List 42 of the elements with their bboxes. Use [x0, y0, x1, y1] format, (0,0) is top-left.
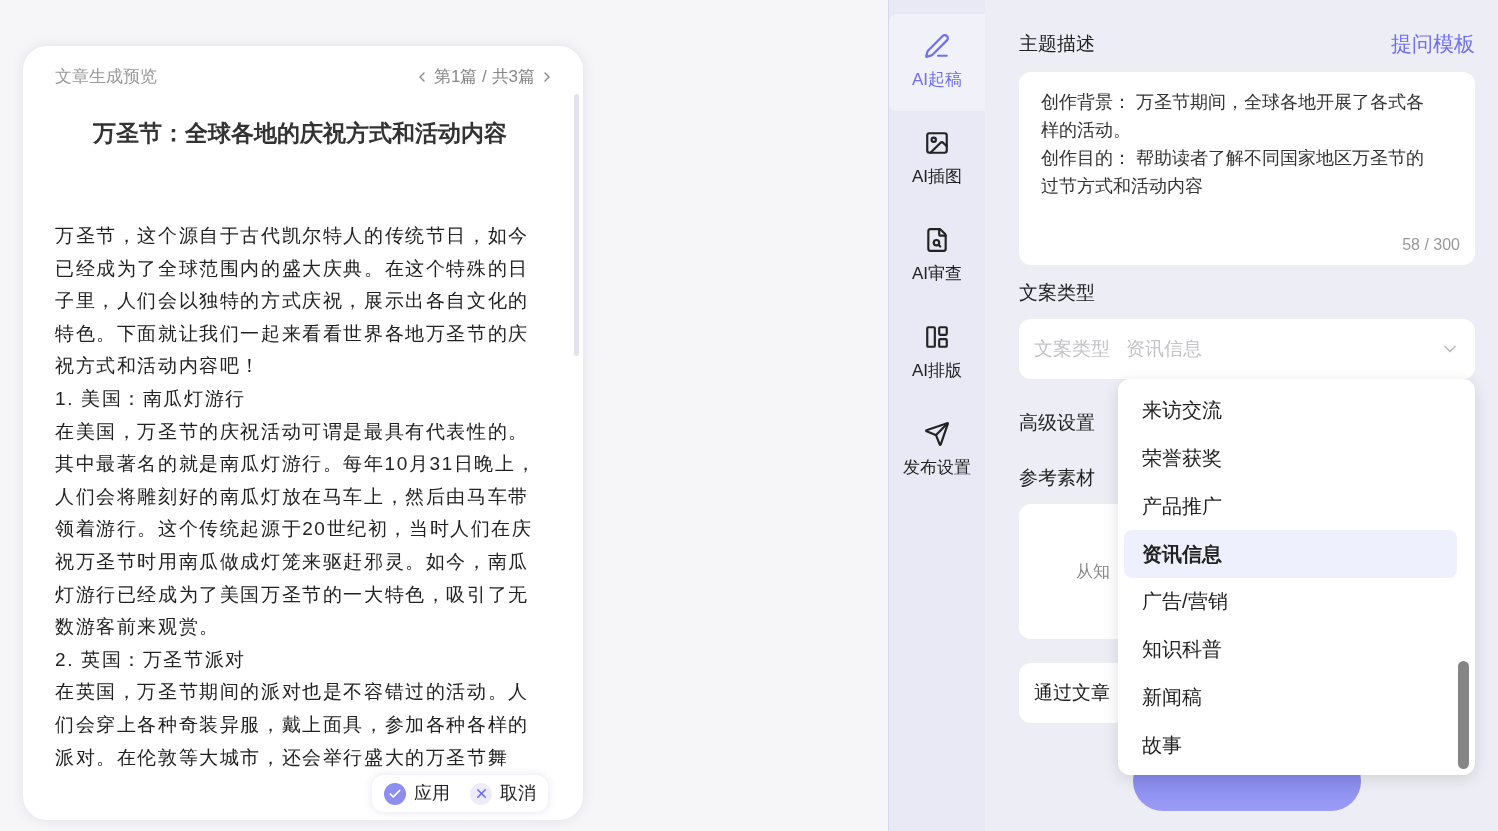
dropdown-option[interactable]: 来访交流 — [1124, 386, 1457, 434]
sidebar-item[interactable]: AI插图 — [889, 111, 985, 208]
dropdown-option[interactable]: 广告/营销 — [1124, 577, 1457, 626]
article-paragraph: 1. 美国：南瓜灯游行 — [55, 386, 247, 411]
close-icon — [470, 782, 492, 805]
apply-button[interactable]: 应用 — [384, 780, 450, 807]
dropdown-option[interactable]: 荣誉获奖 — [1124, 433, 1457, 482]
article-option-label: 通过文章 — [1034, 680, 1110, 705]
topic-text: 创作目的： 帮助读者了解不同国家地区万圣节的过节方式和活动内容 — [1041, 146, 1425, 198]
type-label: 文案类型 — [1019, 280, 1096, 305]
sidebar-item[interactable]: AI排版 — [889, 305, 985, 402]
reference-label: 参考素材 — [1019, 465, 1096, 490]
reference-hint: 从知 — [1076, 560, 1110, 583]
document-search-icon — [924, 226, 950, 253]
article-title: 万圣节：全球各地的庆祝方式和活动内容 — [92, 118, 508, 148]
sidebar-item[interactable]: AI起稿 — [889, 14, 985, 111]
dropdown-option[interactable]: 新闻稿 — [1124, 673, 1457, 722]
scrollbar[interactable] — [1458, 661, 1469, 769]
dropdown-option[interactable]: 资讯信息 — [1124, 529, 1457, 578]
dropdown-option[interactable]: 故事 — [1124, 721, 1457, 769]
layout-icon — [924, 323, 950, 350]
paper-plane-icon — [924, 420, 950, 447]
image-icon — [924, 129, 950, 156]
page-indicator: 第1篇 / 共3篇 — [433, 66, 535, 88]
preview-title: 文章生成预览 — [55, 66, 157, 88]
cancel-button[interactable]: 取消 — [470, 780, 536, 807]
article-paragraph: 在英国，万圣节期间的派对也是不容错过的活动。人们会穿上各种奇装异服，戴上面具，参加各种各样的派对。在伦敦等大城市，还会举行盛大的万圣节舞 — [55, 680, 530, 770]
topic-label: 主题描述 — [1019, 31, 1095, 56]
article-paragraph: 在美国，万圣节的庆祝活动可谓是最具有代表性的。其中最著名的就是南瓜灯游行。每年10月31日晚上，人们会将雕刻好的南瓜灯放在马车上，然后由马车带领着游行。这个传统起源于20世纪初，当时人们在庆祝万圣节时用南瓜做成灯笼来驱赶邪灵。如今，南瓜灯游行已经成为了美国万圣节的一大特色，吸引了无数游客前来观赏。 — [55, 419, 538, 640]
article-paragraph: 万圣节，这个源自于古代凯尔特人的传统节日，如今已经成为了全球范围内的盛大庆典。在这个特殊的日子里，人们会以独特的方式庆祝，展示出各自文化的特色。下面就让我们一起来看看世界各地万圣节的庆祝方式和活动内容吧！ — [55, 224, 530, 379]
pen-icon — [924, 32, 950, 59]
topic-field[interactable]: 创作背景： 万圣节期间，全球各地开展了各式各样的活动。 创作目的： 帮助读者了解不同国家地区万圣节的过节方式和活动内容 58 / 300 — [1019, 71, 1475, 265]
sidebar-item[interactable]: AI审查 — [889, 208, 985, 305]
dropdown-option[interactable]: 产品推广 — [1124, 481, 1457, 530]
character-counter: 58 / 300 — [1402, 234, 1460, 255]
sidebar-item[interactable]: 发布设置 — [889, 402, 985, 499]
check-icon — [384, 782, 406, 805]
dropdown-option[interactable]: 知识科普 — [1124, 625, 1457, 674]
topic-text: 创作背景： 万圣节期间，全球各地开展了各式各样的活动。 — [1041, 90, 1425, 142]
scrollbar[interactable] — [574, 93, 579, 356]
template-link[interactable]: 提问模板 — [1391, 28, 1475, 60]
article-paragraph: 2. 英国：万圣节派对 — [55, 647, 247, 672]
